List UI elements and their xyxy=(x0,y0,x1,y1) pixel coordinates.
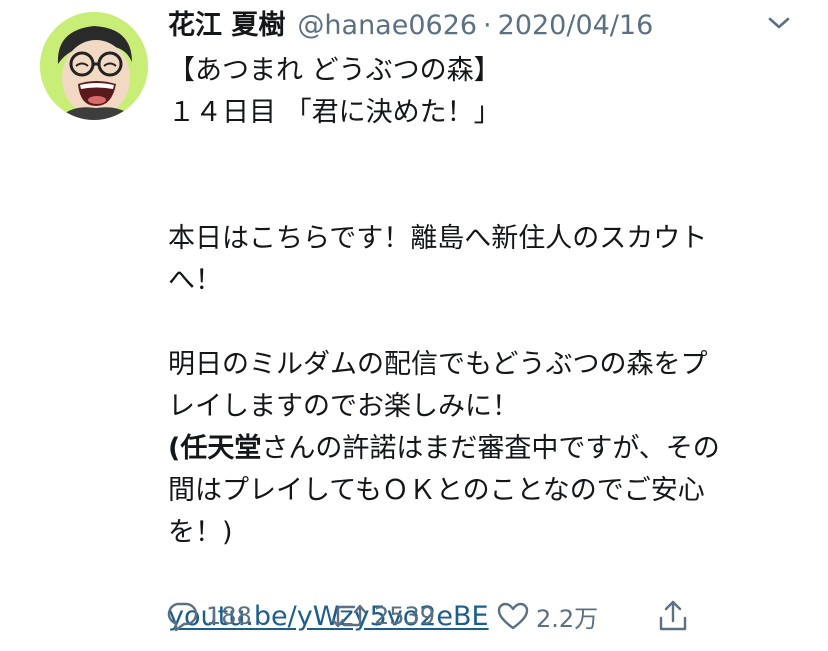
like-button[interactable]: 2.2万 xyxy=(496,596,598,636)
tweet-header: 花江 夏樹 @hanae0626 · 2020/04/16 xyxy=(168,8,653,44)
user-handle[interactable]: @hanae0626 xyxy=(297,8,477,44)
tweet-line: 明日のミルダムの配信でもどうぶつの森をプ xyxy=(168,349,708,380)
avatar-image xyxy=(40,12,148,120)
tweet: 花江 夏樹 @hanae0626 · 2020/04/16 【あつまれ どうぶつ… xyxy=(0,0,828,651)
retweet-count: 2539 xyxy=(374,602,436,630)
share-button[interactable] xyxy=(656,596,696,636)
avatar[interactable] xyxy=(40,12,148,120)
tweet-line-rest: さんの許諾はまだ審査中ですが、その xyxy=(261,433,720,464)
display-name[interactable]: 花江 夏樹 xyxy=(168,8,285,44)
tweet-line: へ！ xyxy=(168,265,222,296)
reply-count: 188 xyxy=(206,602,252,630)
tweet-line: (任天堂さんの許諾はまだ審査中ですが、その xyxy=(168,428,788,470)
share-icon xyxy=(659,600,687,631)
reply-icon xyxy=(167,602,198,632)
chevron-down-icon xyxy=(768,17,790,29)
tweet-text: 【あつまれ どうぶつの森】 １４日目 「君に決めた！」 本日はこちらです！離島へ… xyxy=(168,50,788,638)
separator-dot: · xyxy=(483,10,492,41)
tweet-line: 間はプレイしてもＯＫとのことなのでご安心 xyxy=(168,475,705,506)
action-bar: 188 2539 2.2万 xyxy=(166,596,706,636)
paren-open: ( xyxy=(168,433,181,464)
retweet-button[interactable]: 2539 xyxy=(330,596,435,636)
tweet-line: を！) xyxy=(168,517,233,548)
retweet-icon xyxy=(331,604,367,628)
tweet-date[interactable]: 2020/04/16 xyxy=(498,8,654,44)
tweet-line: 【あつまれ どうぶつの森】 xyxy=(168,55,501,86)
tweet-line: 本日はこちらです！離島へ新住人のスカウト xyxy=(168,223,708,254)
heart-icon xyxy=(497,602,529,630)
tweet-line: レイしますのでお楽しみに！ xyxy=(168,391,519,422)
reply-button[interactable]: 188 xyxy=(166,596,252,636)
more-options-button[interactable] xyxy=(764,12,794,34)
tweet-line: １４日目 「君に決めた！」 xyxy=(168,97,501,128)
nintendo-bold: 任天堂 xyxy=(180,433,262,464)
like-count: 2.2万 xyxy=(536,604,599,633)
